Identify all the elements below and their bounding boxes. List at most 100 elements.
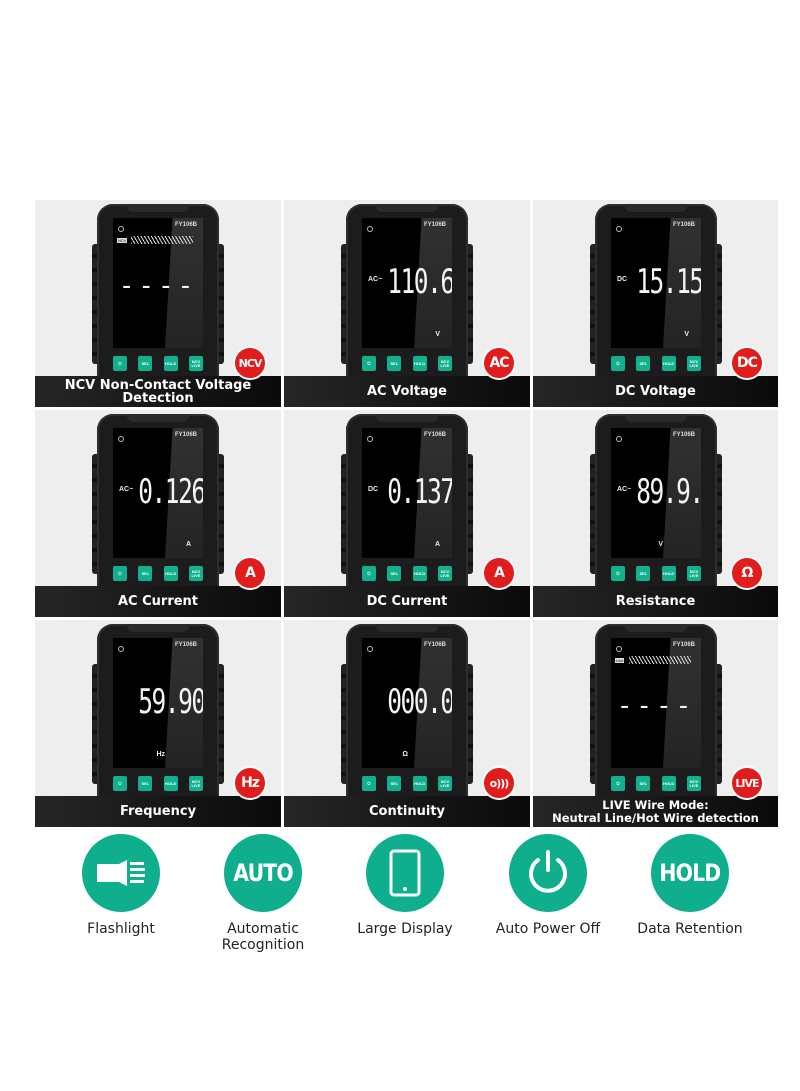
hold-key: HOLD bbox=[412, 356, 427, 371]
multimeter-device: FY106B Live ---- ⏻ SEL HOLD NCV LIVE bbox=[590, 624, 722, 824]
power-key: ⏻ bbox=[611, 566, 625, 581]
dc-badge: DC bbox=[730, 346, 764, 380]
model-label: FY106B bbox=[174, 642, 197, 648]
unit-label: V bbox=[435, 331, 440, 338]
hold-key: HOLD bbox=[661, 566, 676, 581]
ampere-badge: A bbox=[482, 556, 516, 590]
panel-ac-voltage: FY106B AC~ 110.6 V ⏻ SEL HOLD NCV LIVE A… bbox=[284, 200, 530, 407]
power-key: ⏻ bbox=[113, 356, 127, 371]
mode-indicator: DC bbox=[368, 486, 379, 493]
lcd-screen: FY106B 000.0 Ω bbox=[362, 638, 452, 768]
hold-key: HOLD bbox=[163, 566, 178, 581]
lcd-reading: 000.0 bbox=[387, 682, 452, 722]
panel-ac-current: FY106B AC~ 0.126 A ⏻ SEL HOLD NCV LIVE A… bbox=[35, 410, 281, 617]
lcd-reading: 15.15 bbox=[636, 262, 701, 302]
unit-label: A bbox=[185, 541, 191, 548]
device-keys: ⏻ SEL HOLD NCV LIVE bbox=[611, 566, 701, 581]
model-label: FY106B bbox=[174, 222, 197, 228]
panel-dc-current: FY106B DC 0.137 A ⏻ SEL HOLD NCV LIVE A … bbox=[284, 410, 530, 617]
lcd-reading: ---- bbox=[616, 691, 696, 721]
panel-caption: Continuity bbox=[284, 796, 530, 827]
multimeter-device: FY106B DC 0.137 A ⏻ SEL HOLD NCV LIVE bbox=[341, 414, 473, 614]
multimeter-device: FY106B AC~ 110.6 V ⏻ SEL HOLD NCV LIVE bbox=[341, 204, 473, 404]
sel-key: SEL bbox=[138, 566, 153, 581]
ncv-live-key: NCV LIVE bbox=[188, 776, 203, 791]
features-row: Flashlight AUTO Automatic Recognition La… bbox=[0, 834, 800, 953]
device-keys: ⏻ SEL HOLD NCV LIVE bbox=[362, 356, 452, 371]
sel-key: SEL bbox=[387, 566, 402, 581]
lcd-screen: FY106B NCV ---- bbox=[113, 218, 203, 348]
lcd-screen: FY106B 59.90 Hz bbox=[113, 638, 203, 768]
device-keys: ⏻ SEL HOLD NCV LIVE bbox=[113, 566, 203, 581]
sel-key: SEL bbox=[138, 356, 153, 371]
sel-key: SEL bbox=[636, 356, 651, 371]
lcd-screen: FY106B AC~ 89.9.9 V bbox=[611, 428, 701, 558]
lcd-reading: 59.90 bbox=[138, 682, 203, 722]
flashlight-icon bbox=[82, 834, 160, 912]
feature-label: Automatic Recognition bbox=[221, 921, 305, 953]
multimeter-device: FY106B DC 15.15 V ⏻ SEL HOLD NCV LIVE bbox=[590, 204, 722, 404]
panel-caption: DC Voltage bbox=[533, 376, 778, 407]
mode-indicator: AC~ bbox=[617, 486, 632, 493]
ampere-badge: A bbox=[233, 556, 267, 590]
large-display-icon bbox=[366, 834, 444, 912]
feature-automatic-recognition: AUTO Automatic Recognition bbox=[188, 834, 338, 953]
hold-key: HOLD bbox=[661, 776, 676, 791]
mode-indicator: AC~ bbox=[119, 486, 134, 493]
model-label: FY106B bbox=[174, 432, 197, 438]
power-key: ⏻ bbox=[362, 566, 376, 581]
panel-caption: AC Current bbox=[35, 586, 281, 617]
feature-flashlight: Flashlight bbox=[46, 834, 196, 937]
device-keys: ⏻ SEL HOLD NCV LIVE bbox=[611, 776, 701, 791]
power-icon bbox=[509, 834, 587, 912]
ncv-badge: NCV bbox=[233, 346, 267, 380]
mode-indicator: AC~ bbox=[368, 276, 383, 283]
hold-icon: HOLD bbox=[651, 834, 729, 912]
unit-label: A bbox=[434, 541, 440, 548]
hold-key: HOLD bbox=[163, 776, 178, 791]
ncv-live-key: NCV LIVE bbox=[188, 356, 203, 371]
ac-badge: AC bbox=[482, 346, 516, 380]
ncv-live-key: NCV LIVE bbox=[437, 356, 452, 371]
caption-line-1: LIVE Wire Mode: bbox=[602, 797, 709, 812]
auto-power-indicator-icon bbox=[367, 646, 373, 652]
panel-caption: Resistance bbox=[533, 586, 778, 617]
sel-key: SEL bbox=[636, 776, 651, 791]
hold-key: HOLD bbox=[412, 776, 427, 791]
ncv-live-key: NCV LIVE bbox=[437, 776, 452, 791]
device-keys: ⏻ SEL HOLD NCV LIVE bbox=[113, 776, 203, 791]
auto-power-indicator-icon bbox=[367, 226, 373, 232]
multimeter-device: FY106B AC~ 0.126 A ⏻ SEL HOLD NCV LIVE bbox=[92, 414, 224, 614]
ohm-badge: Ω bbox=[730, 556, 764, 590]
hold-key: HOLD bbox=[163, 356, 178, 371]
model-label: FY106B bbox=[423, 222, 446, 228]
feature-label: Auto Power Off bbox=[495, 921, 601, 937]
ncv-live-key: NCV LIVE bbox=[437, 566, 452, 581]
lcd-reading: 110.6 bbox=[387, 262, 452, 302]
unit-label: V bbox=[684, 331, 689, 338]
panel-caption: NCV Non-Contact Voltage Detection bbox=[35, 376, 281, 407]
unit-label: Hz bbox=[156, 751, 165, 758]
feature-label: Large Display bbox=[357, 921, 453, 937]
model-label: FY106B bbox=[672, 432, 695, 438]
lcd-reading: 0.137 bbox=[387, 472, 452, 512]
panel-frequency: FY106B 59.90 Hz ⏻ SEL HOLD NCV LIVE Hz F… bbox=[35, 620, 281, 827]
feature-label: Flashlight bbox=[87, 921, 155, 937]
model-label: FY106B bbox=[672, 222, 695, 228]
model-label: FY106B bbox=[423, 432, 446, 438]
auto-icon: AUTO bbox=[224, 834, 302, 912]
power-key: ⏻ bbox=[362, 356, 376, 371]
auto-power-indicator-icon bbox=[118, 646, 124, 652]
model-label: FY106B bbox=[672, 642, 695, 648]
hertz-badge: Hz bbox=[233, 766, 267, 800]
ncv-live-key: NCV LIVE bbox=[686, 776, 701, 791]
sel-key: SEL bbox=[387, 776, 402, 791]
panel-continuity: FY106B 000.0 Ω ⏻ SEL HOLD NCV LIVE o))) … bbox=[284, 620, 530, 827]
feature-data-retention: HOLD Data Retention bbox=[615, 834, 765, 937]
power-key: ⏻ bbox=[113, 566, 127, 581]
unit-label: V bbox=[658, 541, 663, 548]
unit-label: Ω bbox=[402, 751, 408, 758]
multimeter-device: FY106B NCV ---- ⏻ SEL HOLD NCV LIVE bbox=[92, 204, 224, 404]
feature-auto-power-off: Auto Power Off bbox=[473, 834, 623, 937]
panel-caption: LIVE Wire Mode: Neutral Line/Hot Wire de… bbox=[533, 796, 778, 827]
